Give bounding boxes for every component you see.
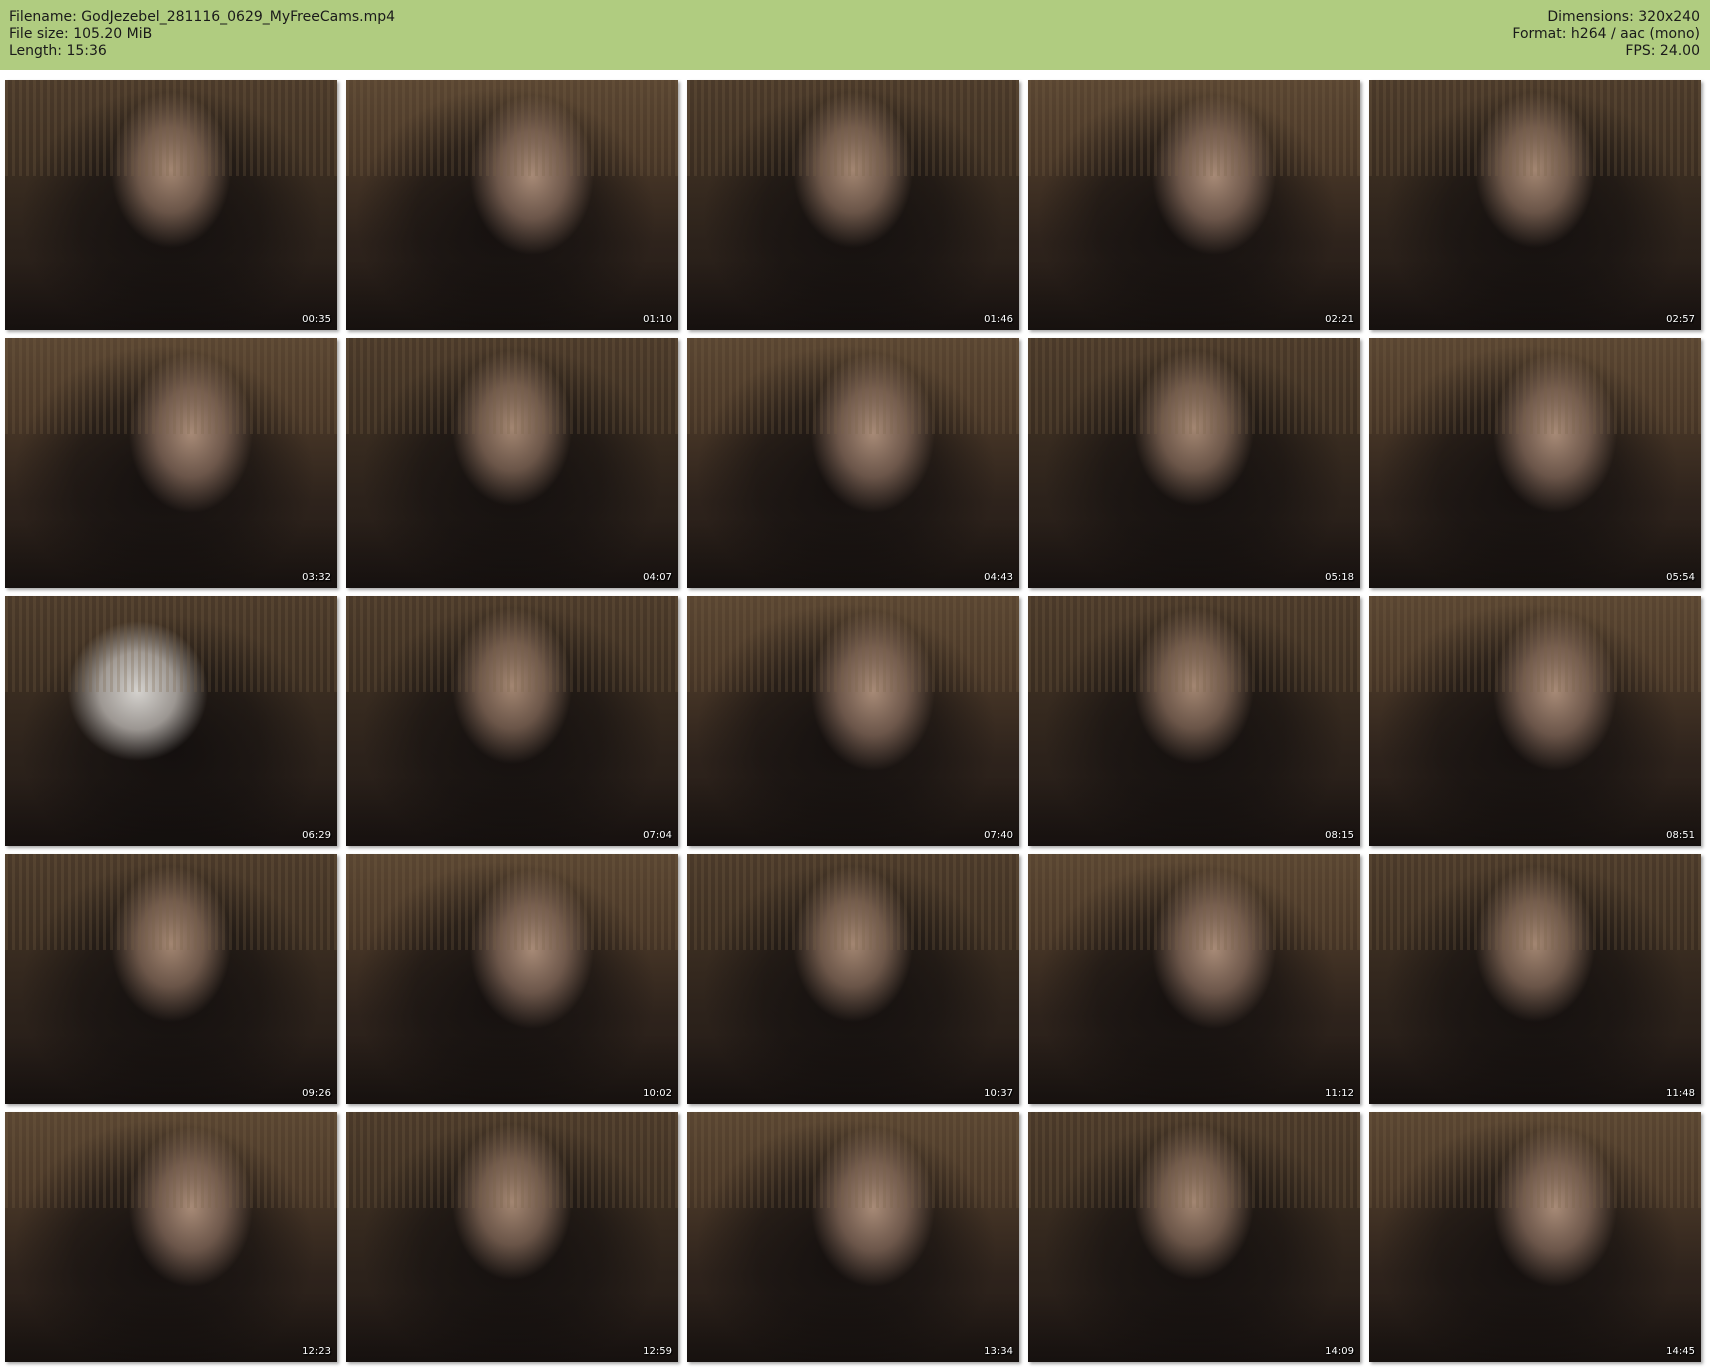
timestamp: 01:10 <box>643 314 672 325</box>
thumbnail: 00:35 <box>5 80 337 330</box>
timestamp: 04:07 <box>643 572 672 583</box>
thumbnail: 11:12 <box>1028 854 1360 1104</box>
thumbnail: 01:46 <box>687 80 1019 330</box>
thumbnail: 09:26 <box>5 854 337 1104</box>
timestamp: 02:57 <box>1666 314 1695 325</box>
timestamp: 06:29 <box>302 830 331 841</box>
timestamp: 09:26 <box>302 1088 331 1099</box>
thumbnail: 05:54 <box>1369 338 1701 588</box>
thumbnail: 04:43 <box>687 338 1019 588</box>
timestamp: 14:45 <box>1666 1346 1695 1357</box>
thumbnail: 13:34 <box>687 1112 1019 1362</box>
timestamp: 11:48 <box>1666 1088 1695 1099</box>
timestamp: 12:59 <box>643 1346 672 1357</box>
timestamp: 07:04 <box>643 830 672 841</box>
info-header: Filename: GodJezebel_281116_0629_MyFreeC… <box>0 0 1710 70</box>
thumbnail: 10:02 <box>346 854 678 1104</box>
timestamp: 03:32 <box>302 572 331 583</box>
thumbnail: 07:40 <box>687 596 1019 846</box>
thumbnail: 14:09 <box>1028 1112 1360 1362</box>
thumbnail: 04:07 <box>346 338 678 588</box>
timestamp: 13:34 <box>984 1346 1013 1357</box>
timestamp: 08:15 <box>1325 830 1354 841</box>
thumbnail: 14:45 <box>1369 1112 1701 1362</box>
length-text: Length: 15:36 <box>9 43 107 59</box>
timestamp: 07:40 <box>984 830 1013 841</box>
thumbnail: 02:57 <box>1369 80 1701 330</box>
timestamp: 11:12 <box>1325 1088 1354 1099</box>
format-text: Format: h264 / aac (mono) <box>1512 26 1700 42</box>
timestamp: 05:54 <box>1666 572 1695 583</box>
timestamp: 08:51 <box>1666 830 1695 841</box>
thumbnail-grid: 00:35 01:10 01:46 02:21 02:57 03:32 04:0… <box>5 80 1701 1362</box>
thumbnail: 10:37 <box>687 854 1019 1104</box>
fps-text: FPS: 24.00 <box>1625 43 1700 59</box>
timestamp: 00:35 <box>302 314 331 325</box>
thumbnail: 02:21 <box>1028 80 1360 330</box>
timestamp: 04:43 <box>984 572 1013 583</box>
thumbnail: 06:29 <box>5 596 337 846</box>
timestamp: 01:46 <box>984 314 1013 325</box>
timestamp: 02:21 <box>1325 314 1354 325</box>
thumbnail: 03:32 <box>5 338 337 588</box>
timestamp: 10:02 <box>643 1088 672 1099</box>
thumbnail: 05:18 <box>1028 338 1360 588</box>
timestamp: 05:18 <box>1325 572 1354 583</box>
thumbnail: 01:10 <box>346 80 678 330</box>
timestamp: 10:37 <box>984 1088 1013 1099</box>
thumbnail: 12:59 <box>346 1112 678 1362</box>
thumbnail: 08:15 <box>1028 596 1360 846</box>
timestamp: 14:09 <box>1325 1346 1354 1357</box>
thumbnail: 11:48 <box>1369 854 1701 1104</box>
thumbnail: 12:23 <box>5 1112 337 1362</box>
file-size-text: File size: 105.20 MiB <box>9 26 153 42</box>
info-right: Dimensions: 320x240 Format: h264 / aac (… <box>1512 9 1700 60</box>
timestamp: 12:23 <box>302 1346 331 1357</box>
thumbnail: 08:51 <box>1369 596 1701 846</box>
filename-text: Filename: GodJezebel_281116_0629_MyFreeC… <box>9 9 396 25</box>
thumbnail: 07:04 <box>346 596 678 846</box>
info-left: Filename: GodJezebel_281116_0629_MyFreeC… <box>9 9 395 60</box>
dimensions-text: Dimensions: 320x240 <box>1547 9 1700 25</box>
